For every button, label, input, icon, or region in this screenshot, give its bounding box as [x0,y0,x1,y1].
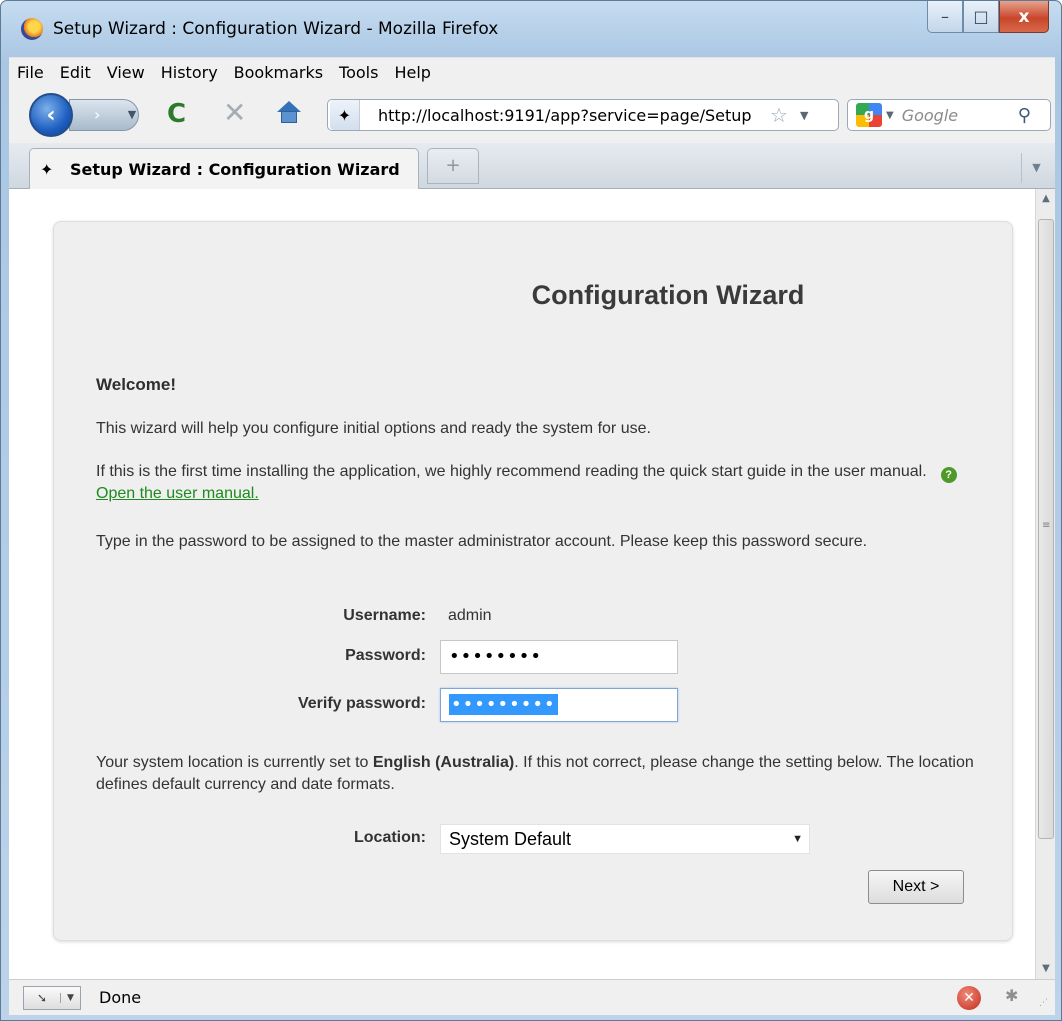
site-identity-icon[interactable]: ✦ [330,100,360,130]
intro-text: This wizard will help you configure init… [96,420,651,437]
resize-grip-icon[interactable]: ⋰ [1039,998,1048,1008]
tab-list-dropdown-icon[interactable]: ▼ [1021,153,1051,183]
verify-password-field[interactable]: ••••••••• [440,688,678,722]
tab-favicon-icon: ✦ [40,159,54,179]
location-info: Your system location is currently set to… [96,752,986,796]
search-input[interactable]: Google [902,106,1012,125]
location-selected-value: System Default [449,829,572,849]
chevron-down-icon: ▼ [792,833,803,845]
location-text-before: Your system location is currently set to [96,754,369,771]
username-value: admin [448,607,492,624]
help-icon: ? [940,467,957,483]
password-field[interactable]: •••••••• [440,640,678,674]
verify-password-label: Verify password: [297,695,426,712]
scroll-down-icon[interactable]: ▼ [1036,959,1056,979]
status-bar: ➘ ▼ Done ✕ ✱ ⋰ [9,979,1055,1015]
url-input[interactable]: http://localhost:9191/app?service=page/S… [378,106,758,125]
username-row: Username: admin [54,600,1012,634]
stop-icon[interactable]: ✕ [223,97,246,129]
location-label: Location: [354,829,426,846]
status-text: Done [99,988,142,1007]
password-instructions: Type in the password to be assigned to t… [96,533,868,550]
back-button[interactable]: ‹ [29,93,73,137]
error-icon[interactable]: ✕ [957,986,981,1010]
menu-bar: File Edit View History Bookmarks Tools H… [9,57,1055,87]
location-row: Location: System Default ▼ [54,822,1012,856]
current-location: English (Australia) [372,754,515,771]
history-dropdown-icon[interactable]: ▼ [119,99,145,131]
verify-password-row: Verify password: ••••••••• [54,688,1012,722]
welcome-heading: Welcome! [96,375,176,394]
password-label: Password: [345,647,426,664]
bug-icon[interactable]: ✱ [1005,986,1018,1005]
scroll-thumb[interactable]: ≡ [1038,219,1054,839]
new-tab-button[interactable]: + [427,148,479,184]
tab-label: Setup Wizard : Configuration Wizard [70,160,400,179]
home-icon[interactable] [277,101,301,125]
menu-help[interactable]: Help [394,63,430,82]
search-icon[interactable]: ⚲ [1018,105,1031,126]
scroll-up-icon[interactable]: ▲ [1036,189,1056,209]
selected-password-text: ••••••••• [449,694,558,715]
open-manual-link[interactable]: Open the user manual. [96,485,259,502]
location-select[interactable]: System Default ▼ [440,824,810,854]
navigation-toolbar: › ▼ ‹ C ✕ ✦ http://localhost:9191/app?se… [9,87,1055,143]
menu-bookmarks[interactable]: Bookmarks [234,63,323,82]
next-button[interactable]: Next > [868,870,964,904]
vertical-scrollbar[interactable]: ▲ ≡ ▼ [1035,189,1055,979]
tab-strip: ✦ Setup Wizard : Configuration Wizard + … [9,143,1055,190]
page-title: Configuration Wizard [531,280,805,310]
address-bar[interactable]: ✦ http://localhost:9191/app?service=page… [327,99,839,131]
tab-setup-wizard[interactable]: ✦ Setup Wizard : Configuration Wizard [29,148,419,190]
wizard-panel: Configuration Wizard Welcome! This wizar… [53,221,1013,941]
manual-paragraph: If this is the first time installing the… [96,461,986,505]
bookmark-star-icon[interactable]: ☆ [770,103,788,127]
maximize-button[interactable]: □ [963,1,999,33]
window-title: Setup Wizard : Configuration Wizard - Mo… [53,19,499,39]
menu-file[interactable]: File [17,63,44,82]
page-content: Configuration Wizard Welcome! This wizar… [9,189,1035,979]
window-controls: – □ x [927,1,1049,33]
pointer-tool-icon: ➘ [36,991,48,1005]
search-engine-dropdown-icon[interactable]: ▼ [886,110,894,121]
minimize-button[interactable]: – [927,1,963,33]
menu-history[interactable]: History [161,63,218,82]
scroll-grip-icon: ≡ [1042,520,1051,531]
manual-text: If this is the first time installing the… [96,463,927,480]
url-dropdown-icon[interactable]: ▼ [800,109,808,122]
close-button[interactable]: x [999,1,1049,33]
google-engine-icon[interactable]: g [856,103,882,127]
password-row: Password: •••••••• [54,640,1012,674]
username-label: Username: [343,607,426,624]
reload-icon[interactable]: C [167,99,186,129]
status-dropdown-icon[interactable]: ▼ [60,993,80,1003]
browser-window: Setup Wizard : Configuration Wizard - Mo… [0,0,1062,1021]
menu-edit[interactable]: Edit [60,63,91,82]
title-bar: Setup Wizard : Configuration Wizard - Mo… [1,1,1061,45]
search-bar[interactable]: g ▼ Google ⚲ [847,99,1051,131]
status-tool-button[interactable]: ➘ ▼ [23,986,81,1010]
menu-tools[interactable]: Tools [339,63,378,82]
firefox-icon [21,18,43,40]
menu-view[interactable]: View [107,63,145,82]
